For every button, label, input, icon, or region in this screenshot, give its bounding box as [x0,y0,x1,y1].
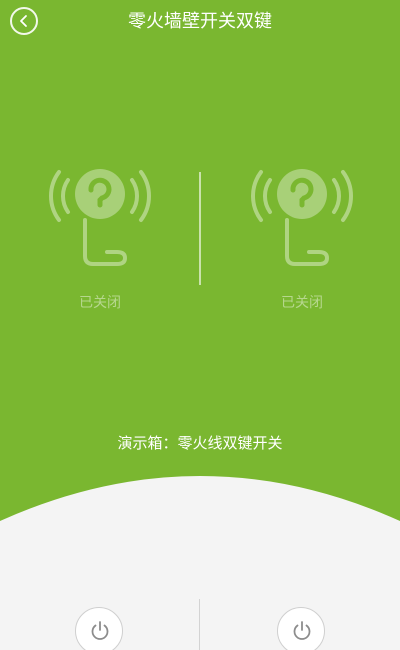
left-switch-device[interactable]: 已关闭 [35,150,165,320]
page-title: 零火墙壁开关双键 [128,11,272,32]
right-power-button[interactable] [277,607,325,650]
right-switch-status: 已关闭 [281,295,323,311]
left-power-button[interactable] [75,607,123,650]
header: 零火墙壁开关双键 [0,0,400,46]
power-icon [293,621,311,640]
switch-screen: 零火墙壁开关双键 已关闭 已关闭 演示箱：零火线双键开关 [0,0,400,650]
power-icon [91,621,109,640]
divider [199,172,201,285]
left-switch-status: 已关闭 [79,295,121,311]
device-caption: 演示箱：零火线双键开关 [117,434,283,452]
socket-signal-icon [251,169,353,266]
right-switch-device[interactable]: 已关闭 [237,150,367,320]
control-divider [199,599,200,650]
socket-signal-icon [49,169,151,266]
control-panel [0,476,400,650]
panel-background [0,476,400,650]
